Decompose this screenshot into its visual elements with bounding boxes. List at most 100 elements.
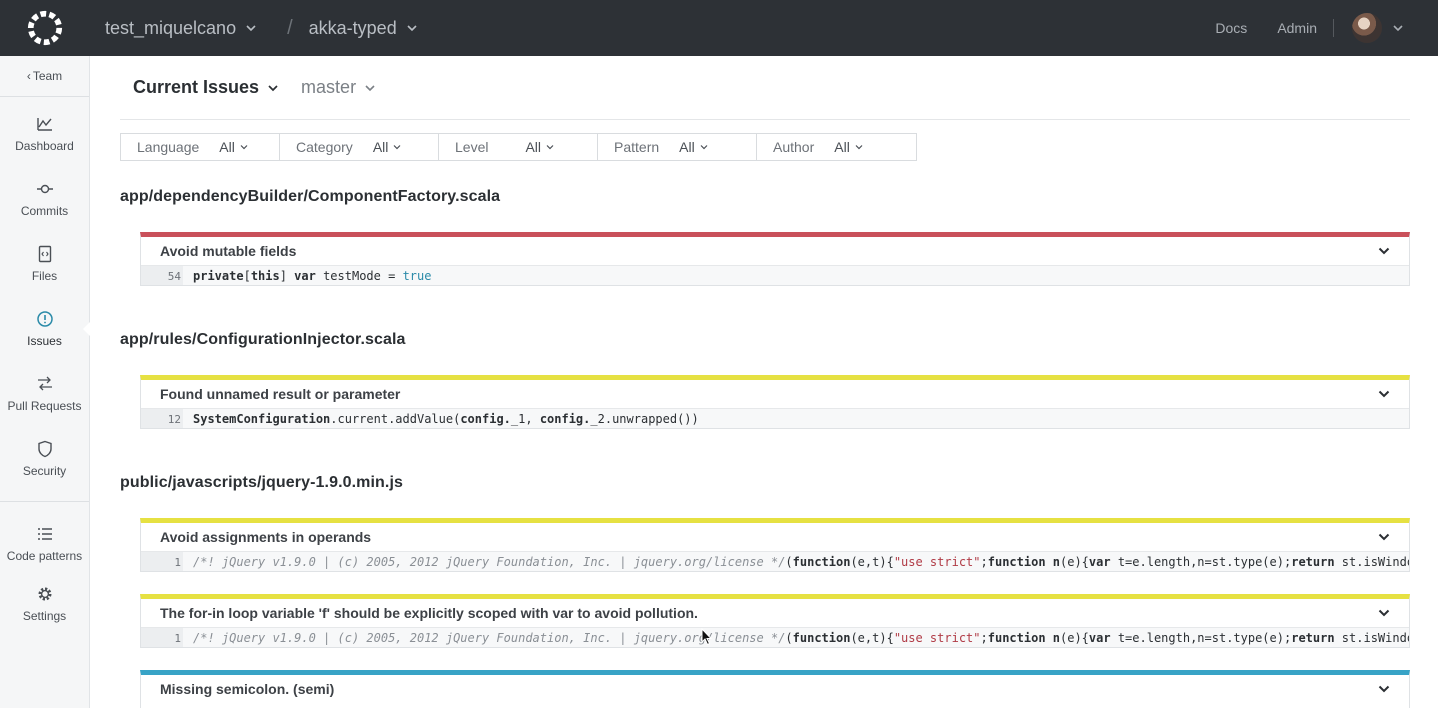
sidebar-item-dashboard[interactable]: Dashboard bbox=[0, 101, 89, 166]
repo-selector[interactable]: akka-typed bbox=[309, 18, 397, 39]
expand-chevron-icon[interactable] bbox=[1377, 530, 1391, 544]
chevron-down-icon[interactable] bbox=[699, 142, 709, 152]
issue-header[interactable]: The for-in loop variable 'f' should be e… bbox=[141, 599, 1409, 627]
issue-title: Avoid assignments in operands bbox=[160, 529, 372, 545]
user-avatar[interactable] bbox=[1352, 13, 1382, 43]
sidebar-item-commits[interactable]: Commits bbox=[0, 166, 89, 231]
code-snippet: SystemConfiguration.current.addValue(con… bbox=[193, 411, 699, 426]
sidebar-item-label: Code patterns bbox=[6, 549, 83, 563]
issue-title: Avoid mutable fields bbox=[160, 243, 297, 259]
file-icon bbox=[38, 245, 51, 262]
issue-icon bbox=[36, 310, 53, 327]
filter-value[interactable]: All bbox=[219, 139, 235, 155]
org-selector[interactable]: test_miquelcano bbox=[105, 18, 236, 39]
issue-header[interactable]: Found unnamed result or parameter bbox=[141, 380, 1409, 408]
filter-category[interactable]: Category All bbox=[280, 134, 439, 160]
file-path[interactable]: app/rules/ConfigurationInjector.scala bbox=[120, 331, 406, 349]
expand-chevron-icon[interactable] bbox=[1377, 387, 1391, 401]
shield-icon bbox=[37, 440, 52, 457]
chevron-down-icon[interactable] bbox=[364, 82, 376, 94]
code-snippet: private[this] var testMode = true bbox=[193, 268, 432, 283]
sidebar-item-pull-requests[interactable]: Pull Requests bbox=[0, 361, 89, 426]
issue-header[interactable]: Avoid mutable fields bbox=[141, 237, 1409, 265]
issue-card: The for-in loop variable 'f' should be e… bbox=[140, 594, 1410, 648]
breadcrumb: test_miquelcano / akka-typed bbox=[90, 17, 418, 40]
code-line: 1 /*! jQuery v1.9.0 | (c) 2005, 2012 jQu… bbox=[141, 627, 1409, 647]
breadcrumb-separator: / bbox=[287, 16, 293, 39]
filter-value[interactable]: All bbox=[373, 139, 389, 155]
top-bar: test_miquelcano / akka-typed Docs Admin bbox=[0, 0, 1438, 56]
filter-value[interactable]: All bbox=[679, 139, 695, 155]
filter-pattern[interactable]: Pattern All bbox=[598, 134, 757, 160]
file-path[interactable]: public/javascripts/jquery-1.9.0.min.js bbox=[120, 474, 403, 492]
sidebar: ‹ Team Dashboard Commits Files Issues Pu… bbox=[0, 56, 90, 708]
filter-label: Language bbox=[137, 139, 200, 155]
chevron-down-icon[interactable] bbox=[854, 142, 864, 152]
divider bbox=[1333, 19, 1334, 37]
expand-chevron-icon[interactable] bbox=[1377, 682, 1391, 696]
filter-value[interactable]: All bbox=[834, 139, 850, 155]
expand-chevron-icon[interactable] bbox=[1377, 606, 1391, 620]
line-number: 54 bbox=[141, 266, 183, 285]
back-to-team-link[interactable]: ‹ Team bbox=[0, 56, 89, 97]
filter-value[interactable]: All bbox=[525, 139, 541, 155]
filter-label: Category bbox=[296, 139, 353, 155]
dashboard-icon bbox=[36, 117, 52, 131]
codacy-logo[interactable] bbox=[0, 0, 90, 56]
branch-selector[interactable]: master bbox=[301, 77, 356, 98]
issue-header[interactable]: Missing semicolon. (semi) bbox=[141, 675, 1409, 703]
sidebar-item-label: Issues bbox=[27, 333, 62, 348]
issue-title: The for-in loop variable 'f' should be e… bbox=[160, 605, 698, 621]
sidebar-item-label: Dashboard bbox=[15, 138, 74, 153]
sidebar-item-settings[interactable]: Settings bbox=[0, 574, 89, 634]
line-number: 1 bbox=[141, 628, 183, 647]
sidebar-item-code-patterns[interactable]: Code patterns bbox=[0, 514, 89, 574]
issue-card: Avoid assignments in operands 1 /*! jQue… bbox=[140, 518, 1410, 572]
issue-title: Found unnamed result or parameter bbox=[160, 386, 401, 402]
chevron-down-icon[interactable] bbox=[267, 82, 279, 94]
sidebar-item-label: Settings bbox=[22, 609, 67, 623]
filter-language[interactable]: Language All bbox=[121, 134, 280, 160]
code-line: 1 /*! jQuery v1.9.0 | (c) 2005, 2012 jQu… bbox=[141, 551, 1409, 571]
sidebar-divider bbox=[0, 501, 89, 508]
sidebar-item-security[interactable]: Security bbox=[0, 426, 89, 491]
code-snippet: /*! jQuery v1.9.0 | (c) 2005, 2012 jQuer… bbox=[193, 554, 1409, 569]
page-title[interactable]: Current Issues bbox=[133, 77, 259, 98]
chevron-down-icon[interactable] bbox=[392, 142, 402, 152]
chevron-down-icon[interactable] bbox=[545, 142, 555, 152]
sidebar-item-label: Security bbox=[22, 463, 67, 478]
admin-link[interactable]: Admin bbox=[1277, 20, 1317, 36]
file-path[interactable]: app/dependencyBuilder/ComponentFactory.s… bbox=[120, 188, 500, 206]
chevron-down-icon[interactable] bbox=[1392, 22, 1404, 34]
issue-title: Missing semicolon. (semi) bbox=[160, 681, 335, 697]
line-number: 12 bbox=[141, 409, 183, 428]
issue-card: Found unnamed result or parameter 12 Sys… bbox=[140, 375, 1410, 429]
commit-icon bbox=[36, 184, 53, 193]
line-number: 1 bbox=[141, 552, 183, 571]
filter-level[interactable]: Level All bbox=[439, 134, 598, 160]
sidebar-item-label: Commits bbox=[20, 203, 69, 218]
list-icon bbox=[37, 528, 52, 540]
sidebar-item-issues[interactable]: Issues bbox=[0, 296, 90, 361]
chevron-down-icon[interactable] bbox=[245, 22, 257, 34]
page-header: Current Issues master bbox=[120, 56, 1410, 120]
pull-request-icon bbox=[37, 376, 52, 390]
code-snippet: /*! jQuery v1.9.0 | (c) 2005, 2012 jQuer… bbox=[193, 630, 1409, 645]
code-line: 12 SystemConfiguration.current.addValue(… bbox=[141, 408, 1409, 428]
sidebar-item-files[interactable]: Files bbox=[0, 231, 89, 296]
issue-card: Avoid mutable fields 54 private[this] va… bbox=[140, 232, 1410, 286]
issue-header[interactable]: Avoid assignments in operands bbox=[141, 523, 1409, 551]
chevron-down-icon[interactable] bbox=[406, 22, 418, 34]
filter-bar: Language All Category All Level All Patt… bbox=[120, 133, 917, 161]
issue-card: Missing semicolon. (semi) bbox=[140, 670, 1410, 708]
gear-icon bbox=[38, 587, 51, 601]
code-line: 54 private[this] var testMode = true bbox=[141, 265, 1409, 285]
chevron-down-icon[interactable] bbox=[239, 142, 249, 152]
docs-link[interactable]: Docs bbox=[1215, 20, 1247, 36]
filter-author[interactable]: Author All bbox=[757, 134, 916, 160]
sidebar-item-label: Files bbox=[31, 268, 58, 283]
logo-icon bbox=[27, 10, 63, 46]
filter-label: Level bbox=[455, 139, 489, 155]
filter-label: Author bbox=[773, 139, 815, 155]
expand-chevron-icon[interactable] bbox=[1377, 244, 1391, 258]
